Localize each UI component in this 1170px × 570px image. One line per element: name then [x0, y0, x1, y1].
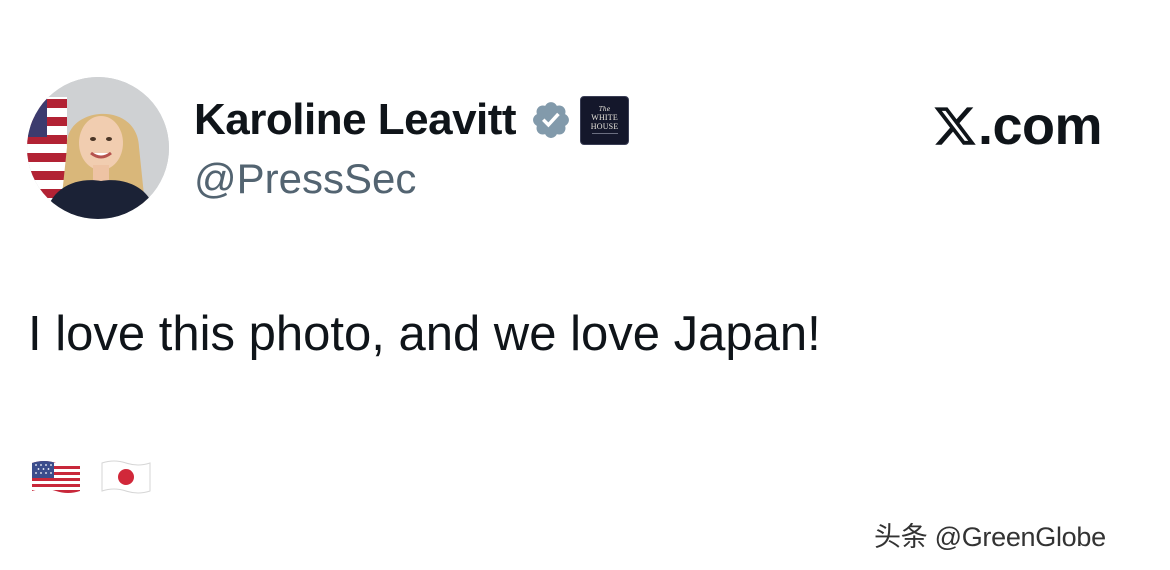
post-screenshot: Karoline Leavitt The WHITE HOUSE @PressS… — [0, 0, 1170, 570]
badge-rule — [591, 133, 618, 134]
japan-flag-icon — [101, 460, 151, 494]
verified-badge-icon — [530, 99, 572, 141]
badge-line-the: The — [598, 106, 611, 113]
brand-mark: .com — [932, 96, 1103, 156]
avatar[interactable] — [27, 77, 169, 219]
post-text: I love this photo, and we love Japan! — [28, 307, 821, 361]
author-display-name[interactable]: Karoline Leavitt — [194, 92, 517, 148]
us-flag-icon — [32, 461, 80, 493]
author-handle[interactable]: @PressSec — [194, 152, 416, 206]
brand-domain-text: .com — [978, 96, 1103, 156]
author-name-row: Karoline Leavitt The WHITE HOUSE — [194, 92, 630, 148]
x-logo-icon — [932, 103, 978, 149]
badge-line-white: WHITE — [591, 113, 618, 122]
badge-line-house: HOUSE — [590, 122, 619, 131]
post-emojis — [30, 458, 152, 496]
white-house-affiliation-badge[interactable]: The WHITE HOUSE — [580, 95, 630, 145]
avatar-image — [27, 77, 169, 219]
source-watermark: 头条 @GreenGlobe — [874, 522, 1106, 552]
